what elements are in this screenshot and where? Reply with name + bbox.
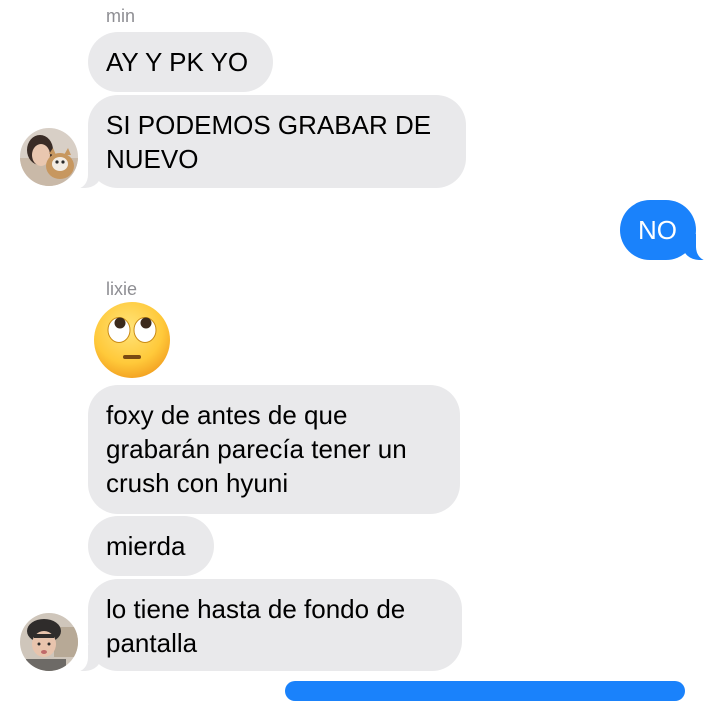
message-text: SI PODEMOS GRABAR DE NUEVO <box>106 110 432 174</box>
message-bubble[interactable]: lo tiene hasta de fondo de pantalla <box>66 579 462 672</box>
message-text: NO <box>638 215 677 245</box>
message-bubble-outgoing[interactable]: NO <box>620 200 718 261</box>
message-text: foxy de antes de que grabarán parecía te… <box>106 400 407 498</box>
message-bubble-outgoing-partial[interactable] <box>285 681 685 701</box>
message-bubble[interactable]: mierda <box>88 516 214 576</box>
sender-name-min: min <box>106 6 136 26</box>
avatar-min[interactable] <box>20 128 78 186</box>
message-text: mierda <box>106 531 186 561</box>
sender-name-lixie: lixie <box>106 279 138 299</box>
message-text: AY Y PK YO <box>106 47 249 77</box>
message-bubble[interactable]: foxy de antes de que grabarán parecía te… <box>88 385 460 514</box>
message-text: lo tiene hasta de fondo de pantalla <box>106 594 406 658</box>
avatar-lixie[interactable] <box>20 613 78 671</box>
message-bubble[interactable]: AY Y PK YO <box>88 32 273 92</box>
message-bubble[interactable]: SI PODEMOS GRABAR DE NUEVO <box>66 95 466 189</box>
rolling-eyes-emoji-icon[interactable] <box>92 300 172 380</box>
